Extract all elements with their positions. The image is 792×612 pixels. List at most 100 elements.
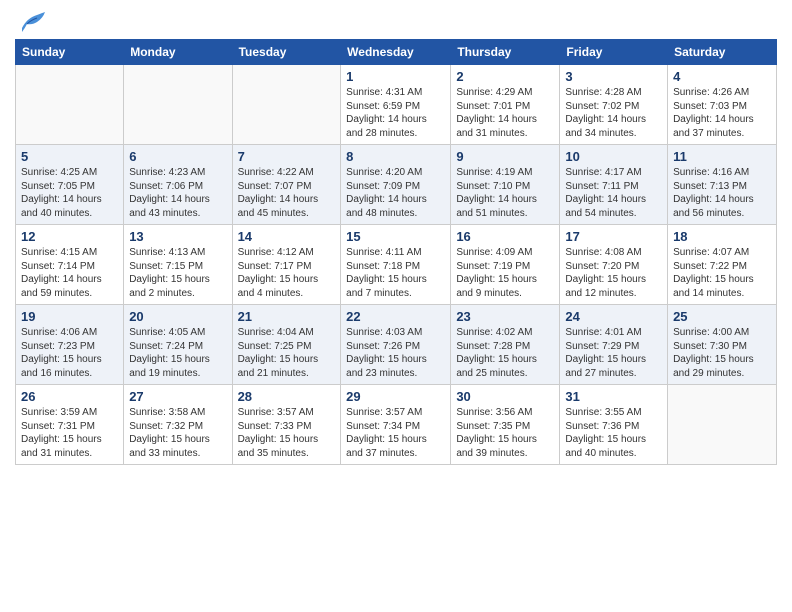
day-info-7: Sunrise: 4:22 AM Sunset: 7:07 PM Dayligh… (238, 166, 336, 220)
day-info-5: Sunrise: 4:25 AM Sunset: 7:05 PM Dayligh… (21, 166, 118, 220)
day-cell-12: 12Sunrise: 4:15 AM Sunset: 7:14 PM Dayli… (16, 225, 124, 305)
day-cell-5: 5 Sunrise: 4:25 AM Sunset: 7:05 PM Daylig… (16, 145, 124, 225)
day-cell-24: 24 Sunrise: 4:01 AM Sunset: 7:29 PM Dayli… (560, 305, 668, 385)
day-cell-18: 18 Sunrise: 4:07 AM Sunset: 7:22 PM Dayli… (668, 225, 777, 305)
day-info-2: Sunrise: 4:29 AM Sunset: 7:01 PM Dayligh… (456, 86, 554, 140)
day-info-9: Sunrise: 4:19 AM Sunset: 7:10 PM Dayligh… (456, 166, 554, 220)
day-number-8: 8 (346, 149, 445, 164)
day-number-1: 1 (346, 69, 445, 84)
day-cell-4: 4 Sunrise: 4:26 AM Sunset: 7:03 PM Daylig… (668, 65, 777, 145)
day-info-19: Sunrise: 4:06 AM Sunset: 7:23 PM Dayligh… (21, 326, 118, 380)
day-cell-22: 22 Sunrise: 4:03 AM Sunset: 7:26 PM Dayli… (341, 305, 451, 385)
day-info-31: Sunrise: 3:55 AM Sunset: 7:36 PM Dayligh… (565, 406, 662, 460)
day-number-30: 30 (456, 389, 554, 404)
weekday-header-friday: Friday (560, 40, 668, 65)
weekday-header-sunday: Sunday (16, 40, 124, 65)
day-cell-8: 8 Sunrise: 4:20 AM Sunset: 7:09 PM Daylig… (341, 145, 451, 225)
weekday-header-monday: Monday (124, 40, 232, 65)
day-info-8: Sunrise: 4:20 AM Sunset: 7:09 PM Dayligh… (346, 166, 445, 220)
day-cell-7: 7 Sunrise: 4:22 AM Sunset: 7:07 PM Daylig… (232, 145, 341, 225)
day-cell-6: 6 Sunrise: 4:23 AM Sunset: 7:06 PM Daylig… (124, 145, 232, 225)
week-row-4: 26Sunrise: 3:59 AM Sunset: 7:31 PM Dayli… (16, 385, 777, 465)
day-number-15: 15 (346, 229, 445, 244)
day-info-22: Sunrise: 4:03 AM Sunset: 7:26 PM Dayligh… (346, 326, 445, 380)
day-number-29: 29 (346, 389, 445, 404)
day-number-2: 2 (456, 69, 554, 84)
day-number-19: 19 (21, 309, 118, 324)
logo-bird-icon (17, 10, 47, 35)
day-cell-1: 1 Sunrise: 4:31 AM Sunset: 6:59 PM Daylig… (341, 65, 451, 145)
day-info-25: Sunrise: 4:00 AM Sunset: 7:30 PM Dayligh… (673, 326, 771, 380)
day-info-16: Sunrise: 4:09 AM Sunset: 7:19 PM Dayligh… (456, 246, 554, 300)
logo (15, 10, 47, 35)
day-info-17: Sunrise: 4:08 AM Sunset: 7:20 PM Dayligh… (565, 246, 662, 300)
day-cell-25: 25 Sunrise: 4:00 AM Sunset: 7:30 PM Dayli… (668, 305, 777, 385)
day-number-5: 5 (21, 149, 118, 164)
day-number-24: 24 (565, 309, 662, 324)
day-number-17: 17 (565, 229, 662, 244)
day-cell-13: 13 Sunrise: 4:13 AM Sunset: 7:15 PM Dayli… (124, 225, 232, 305)
empty-cell (124, 65, 232, 145)
day-number-3: 3 (565, 69, 662, 84)
week-row-1: 5 Sunrise: 4:25 AM Sunset: 7:05 PM Daylig… (16, 145, 777, 225)
day-cell-31: 31 Sunrise: 3:55 AM Sunset: 7:36 PM Dayli… (560, 385, 668, 465)
weekday-header-row: SundayMondayTuesdayWednesdayThursdayFrid… (16, 40, 777, 65)
day-cell-27: 27 Sunrise: 3:58 AM Sunset: 7:32 PM Dayli… (124, 385, 232, 465)
day-info-1: Sunrise: 4:31 AM Sunset: 6:59 PM Dayligh… (346, 86, 445, 140)
day-info-21: Sunrise: 4:04 AM Sunset: 7:25 PM Dayligh… (238, 326, 336, 380)
day-number-4: 4 (673, 69, 771, 84)
day-info-3: Sunrise: 4:28 AM Sunset: 7:02 PM Dayligh… (565, 86, 662, 140)
day-cell-2: 2 Sunrise: 4:29 AM Sunset: 7:01 PM Daylig… (451, 65, 560, 145)
day-info-13: Sunrise: 4:13 AM Sunset: 7:15 PM Dayligh… (129, 246, 226, 300)
header (15, 10, 777, 35)
day-info-24: Sunrise: 4:01 AM Sunset: 7:29 PM Dayligh… (565, 326, 662, 380)
weekday-header-wednesday: Wednesday (341, 40, 451, 65)
day-info-28: Sunrise: 3:57 AM Sunset: 7:33 PM Dayligh… (238, 406, 336, 460)
day-number-10: 10 (565, 149, 662, 164)
day-info-18: Sunrise: 4:07 AM Sunset: 7:22 PM Dayligh… (673, 246, 771, 300)
day-info-27: Sunrise: 3:58 AM Sunset: 7:32 PM Dayligh… (129, 406, 226, 460)
week-row-0: 1 Sunrise: 4:31 AM Sunset: 6:59 PM Daylig… (16, 65, 777, 145)
day-number-27: 27 (129, 389, 226, 404)
day-cell-16: 16Sunrise: 4:09 AM Sunset: 7:19 PM Dayli… (451, 225, 560, 305)
day-cell-9: 9Sunrise: 4:19 AM Sunset: 7:10 PM Daylig… (451, 145, 560, 225)
day-info-30: Sunrise: 3:56 AM Sunset: 7:35 PM Dayligh… (456, 406, 554, 460)
empty-cell (668, 385, 777, 465)
day-info-26: Sunrise: 3:59 AM Sunset: 7:31 PM Dayligh… (21, 406, 118, 460)
day-number-7: 7 (238, 149, 336, 164)
weekday-header-saturday: Saturday (668, 40, 777, 65)
day-cell-19: 19 Sunrise: 4:06 AM Sunset: 7:23 PM Dayli… (16, 305, 124, 385)
day-info-14: Sunrise: 4:12 AM Sunset: 7:17 PM Dayligh… (238, 246, 336, 300)
day-info-15: Sunrise: 4:11 AM Sunset: 7:18 PM Dayligh… (346, 246, 445, 300)
week-row-3: 19 Sunrise: 4:06 AM Sunset: 7:23 PM Dayli… (16, 305, 777, 385)
week-row-2: 12Sunrise: 4:15 AM Sunset: 7:14 PM Dayli… (16, 225, 777, 305)
day-info-23: Sunrise: 4:02 AM Sunset: 7:28 PM Dayligh… (456, 326, 554, 380)
day-info-29: Sunrise: 3:57 AM Sunset: 7:34 PM Dayligh… (346, 406, 445, 460)
day-cell-15: 15 Sunrise: 4:11 AM Sunset: 7:18 PM Dayli… (341, 225, 451, 305)
day-number-28: 28 (238, 389, 336, 404)
weekday-header-thursday: Thursday (451, 40, 560, 65)
day-cell-14: 14 Sunrise: 4:12 AM Sunset: 7:17 PM Dayli… (232, 225, 341, 305)
day-number-25: 25 (673, 309, 771, 324)
day-info-4: Sunrise: 4:26 AM Sunset: 7:03 PM Dayligh… (673, 86, 771, 140)
day-cell-11: 11Sunrise: 4:16 AM Sunset: 7:13 PM Dayli… (668, 145, 777, 225)
day-number-31: 31 (565, 389, 662, 404)
day-cell-20: 20Sunrise: 4:05 AM Sunset: 7:24 PM Dayli… (124, 305, 232, 385)
day-number-18: 18 (673, 229, 771, 244)
day-number-11: 11 (673, 149, 771, 164)
day-number-6: 6 (129, 149, 226, 164)
calendar-table: SundayMondayTuesdayWednesdayThursdayFrid… (15, 39, 777, 465)
day-info-12: Sunrise: 4:15 AM Sunset: 7:14 PM Dayligh… (21, 246, 118, 300)
day-cell-21: 21 Sunrise: 4:04 AM Sunset: 7:25 PM Dayli… (232, 305, 341, 385)
day-number-13: 13 (129, 229, 226, 244)
day-cell-3: 3 Sunrise: 4:28 AM Sunset: 7:02 PM Daylig… (560, 65, 668, 145)
day-info-6: Sunrise: 4:23 AM Sunset: 7:06 PM Dayligh… (129, 166, 226, 220)
day-cell-23: 23Sunrise: 4:02 AM Sunset: 7:28 PM Dayli… (451, 305, 560, 385)
day-cell-10: 10 Sunrise: 4:17 AM Sunset: 7:11 PM Dayli… (560, 145, 668, 225)
empty-cell (232, 65, 341, 145)
day-number-14: 14 (238, 229, 336, 244)
day-number-21: 21 (238, 309, 336, 324)
day-info-10: Sunrise: 4:17 AM Sunset: 7:11 PM Dayligh… (565, 166, 662, 220)
day-cell-28: 28 Sunrise: 3:57 AM Sunset: 7:33 PM Dayli… (232, 385, 341, 465)
day-number-22: 22 (346, 309, 445, 324)
